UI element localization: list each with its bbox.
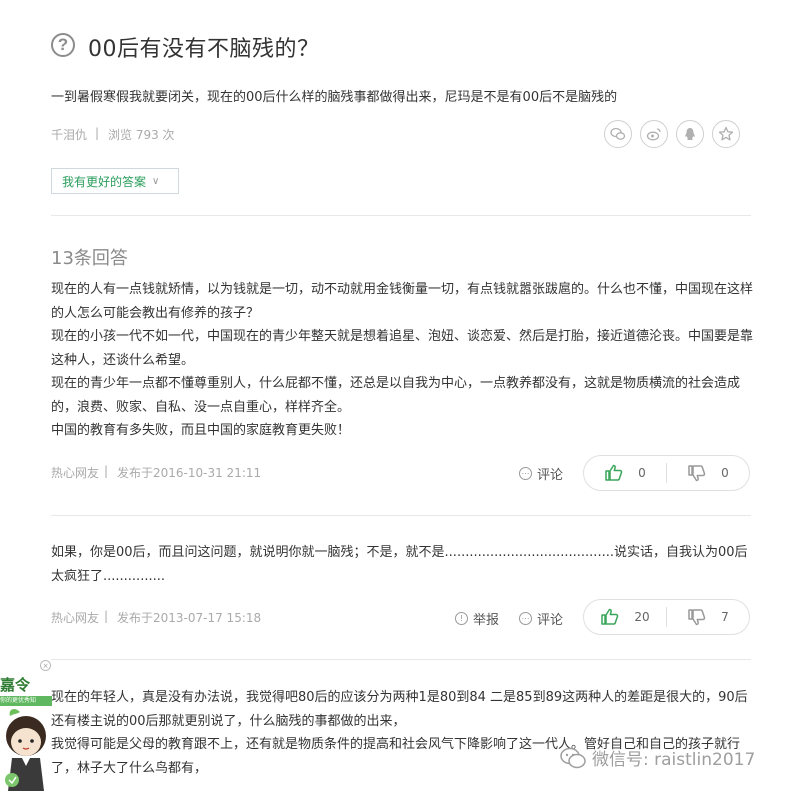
answer-2-content: 如果，你是00后，而且问这问题，就说明你就一脑残；不是，就不是.........… — [51, 541, 756, 588]
better-answer-button[interactable]: 我有更好的答案 ∨ — [51, 168, 179, 194]
wechat-icon[interactable] — [604, 120, 632, 148]
mascot-name: 嘉令 — [0, 676, 31, 694]
answer-published-date: 发布于2013-07-17 15:18 — [117, 611, 262, 625]
question-description: 一到暑假寒假我就要闭关，现在的00后什么样的脑残事都做得出来，尼玛是不是有00后… — [51, 90, 618, 105]
dislike-button[interactable]: 0 — [667, 456, 749, 490]
report-label: 举报 — [473, 613, 500, 628]
thumbs-down-icon — [688, 465, 706, 482]
answer-paragraph: 现在的人有一点钱就矫情，以为钱就是一切，动不动就用金钱衡量一切，有点钱就嚣张跋扈… — [51, 282, 754, 321]
answer-divider — [51, 515, 751, 516]
question-title: 00后有没有不脑残的？ — [88, 37, 320, 62]
answer-paragraph: 如果，你是00后，而且问这问题，就说明你就一脑残；不是，就不是.........… — [51, 545, 748, 584]
dislike-button[interactable]: 7 — [667, 600, 749, 634]
comment-icon: ⋯ — [519, 467, 532, 480]
dislike-count: 7 — [721, 610, 729, 624]
answer-paragraph: 现在的年轻人，真是没有办法说，我觉得吧80后的应该分为两种1是80到84 二是8… — [51, 690, 748, 729]
question-mark-icon: ? — [51, 33, 75, 57]
dislike-count: 0 — [721, 466, 729, 480]
answer-published-date: 发布于2016-10-31 21:11 — [117, 466, 262, 480]
vote-group: 0 0 — [583, 455, 750, 491]
answer-paragraph: 中国的教育有多失败，而且中国的家庭教育更失败！ — [51, 423, 351, 438]
mascot-sticker: × 嘉令 你的更优秀知 — [0, 660, 52, 791]
header-divider — [51, 215, 751, 216]
comment-icon: ⋯ — [519, 612, 532, 625]
qq-icon[interactable] — [676, 120, 704, 148]
mascot-tagline: 你的更优秀知 — [0, 696, 52, 706]
vote-group: 20 7 — [583, 599, 750, 635]
thumbs-up-icon — [605, 464, 623, 481]
like-count: 0 — [638, 466, 646, 480]
like-button[interactable]: 0 — [584, 456, 666, 490]
report-button[interactable]: ! 举报 — [455, 609, 499, 628]
answer-paragraph: 现在的小孩一代不如一代，中国现在的青少年整天就是想着追星、泡妞、谈恋爱、然后是打… — [51, 329, 754, 368]
answer-1-content: 现在的人有一点钱就矫情，以为钱就是一切，动不动就用金钱衡量一切，有点钱就嚣张跋扈… — [51, 278, 756, 443]
wechat-icon — [560, 747, 586, 768]
thumbs-up-icon — [601, 608, 619, 625]
comment-label: 评论 — [537, 613, 564, 628]
meta-separator: | — [95, 126, 100, 140]
answer-paragraph: 现在的青少年一点都不懂尊重别人，什么屁都不懂，还总是以自我为中心，一点教养都没有… — [51, 376, 741, 415]
question-views: 浏览 793 次 — [108, 128, 175, 142]
like-button[interactable]: 20 — [584, 600, 666, 634]
report-icon: ! — [455, 612, 468, 625]
thumbs-down-icon — [688, 609, 706, 626]
watermark: 微信号: raistlin2017 — [560, 745, 755, 770]
close-icon[interactable]: × — [40, 660, 51, 671]
chevron-down-icon: ∨ — [152, 175, 160, 187]
comment-button[interactable]: ⋯ 评论 — [519, 609, 563, 628]
better-answer-label: 我有更好的答案 — [62, 174, 147, 189]
comment-button[interactable]: ⋯ 评论 — [519, 464, 563, 483]
mascot-figure-icon — [5, 709, 46, 791]
question-author[interactable]: 千泪仇 — [51, 126, 87, 143]
weibo-icon[interactable] — [640, 120, 668, 148]
star-icon[interactable] — [712, 120, 740, 148]
like-count: 20 — [634, 610, 650, 624]
watermark-text: 微信号: raistlin2017 — [592, 750, 756, 770]
answers-count-title: 13条回答 — [51, 248, 128, 269]
meta-separator: | — [104, 464, 109, 478]
meta-separator: | — [104, 609, 109, 623]
answer-author[interactable]: 热心网友 — [51, 609, 99, 626]
answer-author[interactable]: 热心网友 — [51, 464, 99, 481]
comment-label: 评论 — [537, 468, 564, 483]
answer-divider — [51, 659, 751, 660]
